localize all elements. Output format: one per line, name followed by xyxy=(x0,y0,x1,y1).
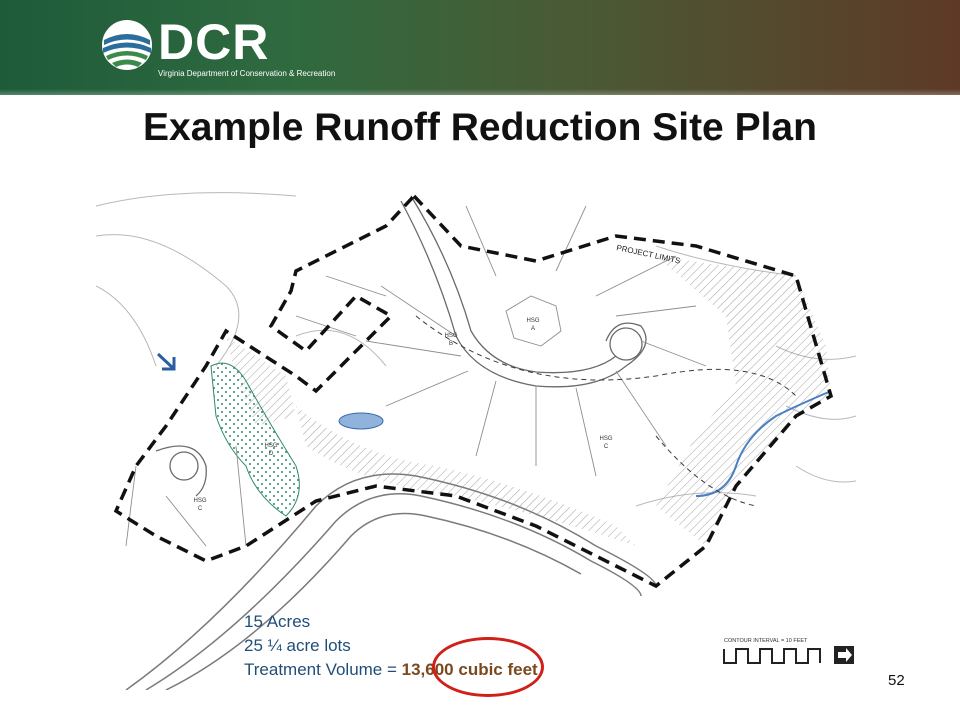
hsg-label-c-west-group: C xyxy=(198,506,203,512)
hsg-label-b: HSG xyxy=(444,333,457,339)
hsg-label-c-east: HSG xyxy=(599,436,612,442)
hsg-label-d-group: D xyxy=(269,451,274,457)
hsg-label-b-group: B xyxy=(449,341,453,347)
hsg-label-d: HSG xyxy=(264,443,277,449)
dcr-logo: DCR Virginia Department of Conservation … xyxy=(100,14,335,82)
contour-interval-label: CONTOUR INTERVAL = 10 FEET xyxy=(724,638,808,644)
north-direction-icon xyxy=(834,646,854,664)
treatment-volume-label: Treatment Volume = xyxy=(244,660,402,679)
logo-wordmark: DCR xyxy=(158,14,270,70)
pond xyxy=(338,412,384,430)
hsg-label-c-west: HSG xyxy=(193,498,206,504)
slide-title: Example Runoff Reduction Site Plan xyxy=(143,106,817,149)
hsg-label-a: HSG xyxy=(526,318,539,324)
dcr-globe-icon xyxy=(102,20,152,70)
hsg-label-c-east-group: C xyxy=(604,444,609,450)
highlight-circle xyxy=(432,637,544,697)
hsg-label-a-group: A xyxy=(531,326,535,332)
contour-legend: CONTOUR INTERVAL = 10 FEET xyxy=(723,638,854,664)
acres-line: 15 Acres xyxy=(244,612,311,631)
scale-bar xyxy=(723,648,821,664)
logo-subtitle: Virginia Department of Conservation & Re… xyxy=(158,69,336,78)
project-limits-label: PROJECT LIMITS xyxy=(616,243,682,265)
page-number: 52 xyxy=(888,672,905,689)
north-arrow-icon xyxy=(156,352,176,371)
